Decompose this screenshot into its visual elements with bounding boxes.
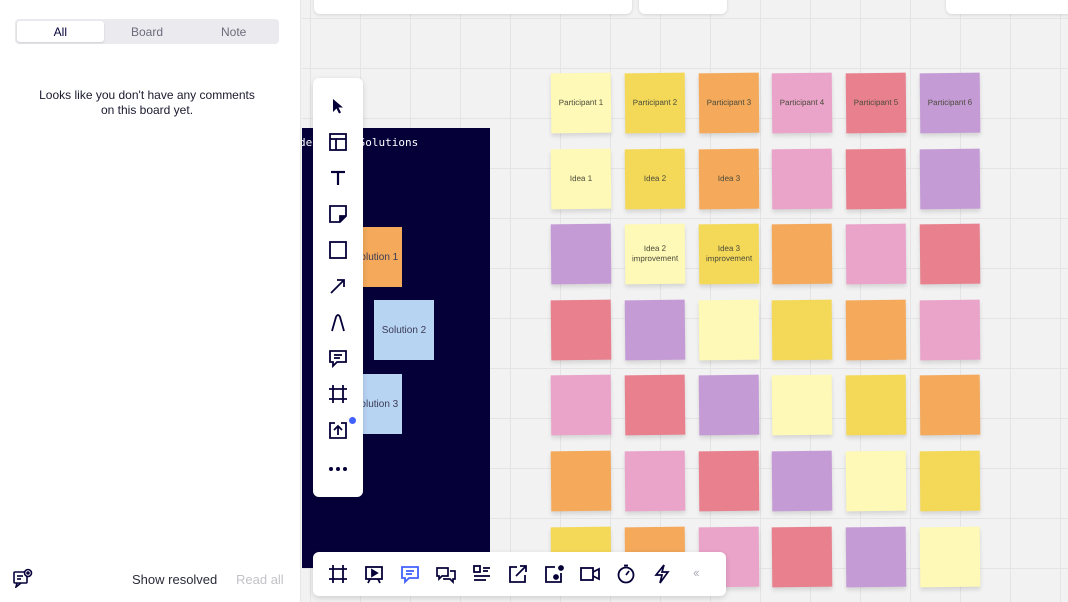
creation-toolbar	[313, 78, 363, 497]
show-resolved-button[interactable]: Show resolved	[132, 572, 217, 587]
sticky-note[interactable]	[550, 450, 612, 512]
select-cursor-icon[interactable]	[326, 94, 350, 118]
sticky-note[interactable]	[772, 450, 833, 512]
solution-sticky-2[interactable]: Solution 2	[374, 300, 434, 360]
lightning-icon[interactable]	[650, 562, 674, 586]
share-screen-icon[interactable]	[506, 562, 530, 586]
sticky-note[interactable]	[919, 375, 981, 436]
comments-icon[interactable]	[398, 562, 422, 586]
sticky-note[interactable]	[845, 148, 907, 209]
board-header-controls[interactable]	[639, 0, 727, 14]
sticky-note[interactable]	[698, 450, 759, 512]
sticky-note[interactable]	[919, 526, 981, 587]
sticky-note[interactable]	[772, 299, 833, 361]
sticky-note-text: Participant 4	[780, 97, 825, 108]
text-icon[interactable]	[326, 166, 350, 190]
sticky-note[interactable]: Participant 3	[698, 72, 759, 134]
tab-note[interactable]: Note	[190, 21, 277, 42]
more-icon[interactable]	[326, 457, 350, 481]
sticky-note[interactable]	[772, 148, 833, 209]
sticky-note-text: Idea 1	[569, 173, 593, 183]
sticky-note[interactable]	[624, 375, 686, 436]
tab-board[interactable]: Board	[104, 21, 191, 42]
sticky-note[interactable]: Idea 2	[624, 148, 686, 209]
screen-record-icon[interactable]	[542, 562, 566, 586]
sticky-note[interactable]: Idea 3	[698, 148, 759, 209]
sticky-note[interactable]	[919, 223, 981, 285]
sticky-note[interactable]	[624, 299, 686, 361]
frame-icon[interactable]	[326, 382, 350, 406]
collaboration-bar[interactable]	[946, 0, 1068, 14]
timer-icon[interactable]	[614, 562, 638, 586]
sticky-note[interactable]	[550, 375, 612, 436]
sticky-note[interactable]	[550, 223, 612, 285]
sticky-note-text: Idea 3	[717, 173, 740, 183]
sticky-note[interactable]	[772, 526, 833, 587]
empty-message-line-1: Looks like you don't have any comments	[39, 88, 255, 102]
video-icon[interactable]	[578, 562, 602, 586]
upload-icon[interactable]	[326, 418, 350, 442]
sticky-note[interactable]: Participant 2	[624, 72, 686, 134]
frames-icon[interactable]	[326, 562, 350, 586]
pen-icon[interactable]	[326, 310, 350, 334]
sticky-note[interactable]	[772, 375, 833, 436]
sticky-note[interactable]	[698, 375, 759, 436]
read-all-button[interactable]: Read all	[236, 572, 284, 587]
solution-2-label: Solution 2	[381, 324, 427, 336]
comments-panel: All Board Note Looks like you don't have…	[0, 0, 301, 602]
sticky-note[interactable]: Idea 3 improvement	[698, 223, 759, 285]
sticky-note[interactable]	[624, 450, 686, 512]
sticky-note-text: Idea 2	[643, 173, 666, 183]
sticky-note[interactable]	[845, 223, 907, 285]
sticky-note[interactable]	[698, 299, 759, 361]
empty-message-line-2: on this board yet.	[100, 103, 194, 117]
sticky-note-text: Participant 3	[706, 97, 751, 108]
board-canvas[interactable]: deas and Solutions Solution 1 Solution 2…	[302, 0, 1068, 602]
sticky-note-icon[interactable]	[326, 202, 350, 226]
sticky-note[interactable]: Idea 2 improvement	[624, 223, 686, 285]
sticky-note-text: Idea 2 improvement	[631, 244, 679, 264]
sticky-note[interactable]	[845, 299, 907, 361]
sticky-note-text: Participant 2	[632, 97, 678, 108]
sticky-note[interactable]: Participant 5	[845, 72, 907, 134]
sticky-note[interactable]	[550, 299, 612, 361]
sticky-note-text: Idea 3 improvement	[705, 244, 752, 264]
sticky-note[interactable]	[845, 450, 907, 512]
shape-icon[interactable]	[326, 238, 350, 262]
sticky-note[interactable]: Participant 6	[919, 72, 981, 134]
comment-filter-tabs: All Board Note	[15, 19, 279, 44]
upload-notification-dot	[349, 417, 356, 424]
collaboration-toolbar: ‹‹	[313, 552, 726, 596]
cards-icon[interactable]	[470, 562, 494, 586]
presentation-icon[interactable]	[362, 562, 386, 586]
collapse-toolbar-icon[interactable]: ‹‹	[693, 565, 700, 580]
sticky-note[interactable]	[772, 223, 833, 285]
board-header-bar[interactable]	[314, 0, 632, 14]
sticky-note[interactable]: Participant 4	[772, 72, 833, 134]
sticky-note[interactable]: Participant 1	[550, 72, 612, 134]
empty-comments-message: Looks like you don't have any comments o…	[30, 88, 264, 118]
arrow-line-icon[interactable]	[326, 274, 350, 298]
sticky-note[interactable]: Idea 1	[550, 148, 612, 209]
sticky-note-text: Participant 1	[558, 97, 604, 108]
sticky-note[interactable]	[919, 450, 981, 512]
sticky-note-text: Participant 5	[853, 97, 899, 108]
sticky-note[interactable]	[845, 375, 907, 436]
sticky-note-text: Participant 6	[927, 97, 973, 108]
resolved-comments-icon[interactable]	[12, 568, 34, 590]
tab-all[interactable]: All	[17, 21, 104, 42]
templates-icon[interactable]	[326, 130, 350, 154]
chat-icon[interactable]	[434, 562, 458, 586]
sticky-note[interactable]	[845, 526, 907, 587]
comments-panel-footer: Show resolved Read all	[0, 552, 301, 602]
sticky-note[interactable]	[919, 148, 981, 209]
comment-icon[interactable]	[326, 346, 350, 370]
sticky-note[interactable]	[919, 299, 981, 361]
